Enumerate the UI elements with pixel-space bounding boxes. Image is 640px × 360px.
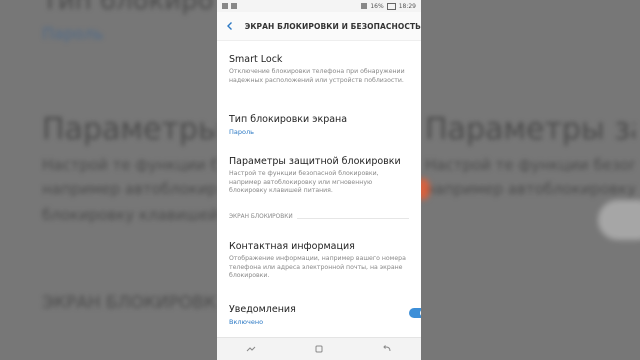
- home-button[interactable]: [311, 342, 327, 356]
- navigation-bar: [217, 337, 421, 360]
- contact-info-title: Контактная информация: [229, 241, 355, 252]
- notifications-value: Включено: [229, 318, 264, 326]
- screen-lock-type-value: Пароль: [229, 128, 254, 136]
- bg-line-1: Настрой те функции безопасной: [42, 156, 217, 174]
- back-arrow-icon[interactable]: [225, 20, 237, 32]
- notifications-toggle[interactable]: [409, 308, 421, 318]
- bg-section: ЭКРАН БЛОКИРОВКИ: [42, 293, 217, 313]
- screen-lock-type-item[interactable]: Тип блокировки экрана Пароль: [217, 114, 421, 136]
- bg-line-1-right: Настрой те функции безопасной: [425, 156, 635, 174]
- recent-apps-button[interactable]: [243, 342, 259, 356]
- clock: 18:29: [398, 2, 416, 10]
- bg-line-3: блокировку клавишей питания: [42, 206, 217, 224]
- bg-password-text: Пароль: [42, 24, 104, 43]
- bg-heading: Параметры защитной блокировки: [42, 112, 217, 147]
- secure-lock-settings-item[interactable]: Параметры защитной блокировки Настрой те…: [217, 156, 421, 196]
- smart-lock-subtitle: Отключение блокировки телефона при обнар…: [229, 68, 405, 84]
- bg-white-blob: [598, 200, 640, 240]
- page-title: ЭКРАН БЛОКИРОВКИ И БЕЗОПАСНОСТЬ: [244, 21, 421, 31]
- back-button[interactable]: [379, 342, 395, 356]
- signal-icon: [361, 3, 368, 9]
- secure-lock-settings-subtitle: Настрой те функции безопасной блокировки…: [229, 170, 379, 194]
- notifications-title: Уведомления: [229, 304, 296, 315]
- back-nav-icon: [383, 345, 391, 352]
- battery-percent: 16%: [370, 2, 384, 10]
- section-header-lock-screen: ЭКРАН БЛОКИРОВКИ: [229, 214, 297, 220]
- bg-lock-type-text: Тип блокировки: [42, 0, 212, 16]
- app-bar: ЭКРАН БЛОКИРОВКИ И БЕЗОПАСНОСТЬ: [217, 12, 421, 41]
- secure-lock-settings-title: Параметры защитной блокировки: [229, 156, 401, 167]
- status-bar: 16% 18:29: [217, 0, 421, 12]
- gallery-icon: [222, 3, 228, 9]
- bg-heading-right: Параметры защитной блокировки: [425, 112, 635, 147]
- toggle-knob: [420, 309, 421, 317]
- contact-info-item[interactable]: Контактная информация Отображение информ…: [217, 241, 421, 281]
- notification-icon: [231, 3, 237, 9]
- bg-line-2: например автоблокировку или: [42, 180, 217, 198]
- battery-icon: [386, 2, 396, 10]
- phone-screen: 16% 18:29 ЭКРАН БЛОКИРОВКИ И БЕЗОПАСНОСТ…: [217, 0, 421, 360]
- smart-lock-title: Smart Lock: [229, 54, 283, 65]
- bg-line-2-right: например автоблокировку или: [425, 180, 635, 198]
- contact-info-subtitle: Отображение информации, например вашего …: [229, 255, 406, 279]
- notifications-item[interactable]: Уведомления Включено: [217, 304, 421, 326]
- smart-lock-item[interactable]: Smart Lock Отключение блокировки телефон…: [217, 54, 421, 85]
- recent-apps-icon: [246, 346, 256, 352]
- home-icon: [315, 345, 323, 353]
- screen-lock-type-title: Тип блокировки экрана: [229, 114, 348, 125]
